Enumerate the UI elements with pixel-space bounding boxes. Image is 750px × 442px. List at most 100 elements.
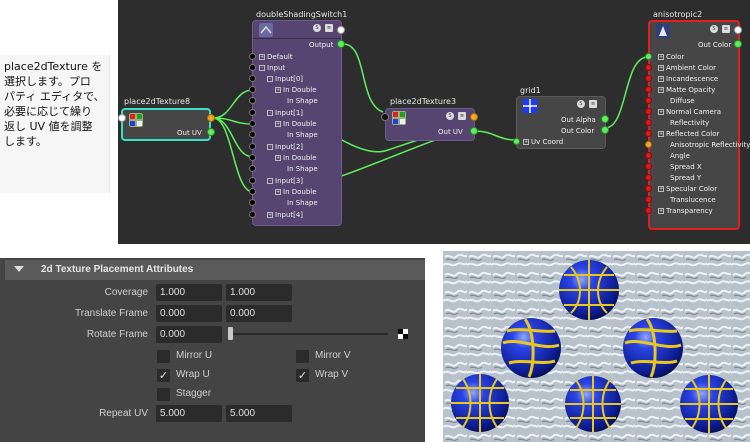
switch-row-8: - Input[2] (267, 142, 303, 152)
port-in-input2[interactable] (249, 143, 256, 150)
node-title-doubleshadingswitch1: doubleShadingSwitch1 (256, 10, 348, 19)
port-in-normal-camera[interactable] (645, 108, 652, 115)
port-input-white[interactable] (118, 114, 126, 122)
coverage-u-field[interactable]: 1.000 (156, 284, 222, 301)
switch-row-3: + In Double (275, 86, 317, 94)
port-in-color[interactable] (645, 53, 652, 60)
node-title-place2dtexture3: place2dTexture3 (390, 97, 457, 106)
node-place2dtexture3[interactable]: S ≡ Out UV (381, 108, 478, 141)
port-in-spread-y[interactable] (645, 174, 652, 181)
port-output[interactable] (337, 40, 345, 48)
rotate-frame-slider-handle[interactable] (228, 327, 233, 340)
port-output-white[interactable] (734, 26, 742, 34)
port-in-reflectivity[interactable] (645, 119, 652, 126)
place2d-icon (392, 111, 406, 125)
port-in-translucence[interactable] (645, 196, 652, 203)
rotate-frame-slider[interactable] (230, 333, 388, 335)
wrap-v-checkbox[interactable]: ✓ (296, 369, 309, 382)
mirror-v-checkbox[interactable] (296, 350, 309, 363)
node-layout-icon[interactable]: ≡ (589, 100, 597, 108)
node-doubleshadingswitch1[interactable]: S ≡ Output + Default - Input - Input[0] + In… (249, 20, 345, 226)
node-place2dtexture8[interactable]: Out UV (118, 108, 215, 141)
switch-row-9: + In Double (275, 154, 317, 162)
port-in-angle[interactable] (645, 152, 652, 159)
aniso-row-5: + Normal Camera (658, 108, 722, 116)
port-in-incandescence[interactable] (645, 75, 652, 82)
port-in-input1-shape[interactable] (249, 131, 256, 138)
port-in-ambient-color[interactable] (645, 64, 652, 71)
switch-row-0: + Default (259, 53, 293, 61)
wire-outuv-to-input1 (212, 117, 254, 125)
port-in-input0-double[interactable] (249, 86, 256, 93)
port-input-dark[interactable] (381, 113, 389, 121)
port-in-input2-double[interactable] (249, 154, 256, 161)
port-in-input0-shape[interactable] (249, 97, 256, 104)
place2d-icon (129, 113, 143, 127)
port-in-input3-double[interactable] (249, 188, 256, 195)
aniso-row-11: Spread Y (670, 174, 702, 182)
render-preview-image (443, 251, 750, 442)
port-label-uv-coord: + Uv Coord (523, 138, 564, 146)
repeat-v-field[interactable]: 5.000 (226, 405, 292, 422)
port-output-orange[interactable] (207, 114, 215, 122)
rotate-frame-field[interactable]: 0.000 (156, 326, 222, 343)
node-layout-icon[interactable]: ≡ (325, 24, 333, 32)
port-in-input3-shape[interactable] (249, 199, 256, 206)
port-in-input4[interactable] (249, 211, 256, 218)
stagger-checkbox[interactable] (157, 388, 170, 401)
aniso-row-3: + Matte Opacity (658, 86, 716, 94)
wire-outuv-to-input3 (212, 117, 254, 193)
port-out-color[interactable] (601, 126, 609, 134)
map-button-checker-icon[interactable] (398, 329, 408, 339)
port-out-uv[interactable] (470, 127, 478, 135)
wire-outuv-to-uvcoord (474, 130, 517, 141)
port-in-specular-color[interactable] (645, 185, 652, 192)
node-mode-icon[interactable]: S (313, 24, 321, 32)
node-mode-icon[interactable]: S (446, 112, 454, 120)
node-mode-icon[interactable]: S (710, 25, 718, 33)
port-output-white[interactable] (337, 26, 345, 34)
translate-frame-v-field[interactable]: 0.000 (226, 305, 292, 322)
port-in-diffuse[interactable] (645, 97, 652, 104)
mirror-u-checkbox[interactable] (157, 350, 170, 363)
port-in-spread-x[interactable] (645, 163, 652, 170)
node-mode-icon[interactable]: S (577, 100, 585, 108)
coverage-label: Coverage (104, 287, 148, 298)
port-in-reflected-color[interactable] (645, 130, 652, 137)
instruction-caption: place2dTexture を 選択します。プロ パティ エディタで、 必要に… (0, 55, 110, 193)
port-out-alpha[interactable] (601, 115, 609, 123)
coverage-v-field[interactable]: 1.000 (226, 284, 292, 301)
port-in-default[interactable] (249, 53, 256, 60)
port-out-uv[interactable] (207, 128, 215, 136)
port-in-uv-coord[interactable] (513, 138, 520, 145)
node-grid1[interactable]: S ≡ Out Alpha Out Color + Uv Coord (513, 96, 609, 149)
sphere-mid-right (623, 318, 683, 378)
node-anisotropic2[interactable]: S ≡ Out Color + Color + Ambient Color + Inc… (645, 20, 750, 230)
stagger-label: Stagger (176, 388, 212, 399)
port-label-out-uv: Out UV (177, 129, 202, 137)
section-header[interactable]: 2d Texture Placement Attributes (5, 260, 425, 280)
port-in-input[interactable] (249, 64, 256, 71)
port-in-input0[interactable] (249, 75, 256, 82)
port-in-input1-double[interactable] (249, 120, 256, 127)
port-in-input3[interactable] (249, 177, 256, 184)
aniso-row-13: Translucence (670, 196, 716, 204)
port-output-orange[interactable] (470, 113, 478, 121)
node-layout-icon[interactable]: ≡ (722, 25, 730, 33)
port-in-transparency[interactable] (645, 207, 652, 214)
port-in-matte-opacity[interactable] (645, 86, 652, 93)
port-out-color[interactable] (734, 40, 742, 48)
node-editor[interactable]: place2dTexture8 Out UV doubleShadingSwit… (118, 0, 750, 244)
port-in-input2-shape[interactable] (249, 165, 256, 172)
repeat-u-field[interactable]: 5.000 (156, 405, 222, 422)
translate-frame-u-field[interactable]: 0.000 (156, 305, 222, 322)
port-in-anisotropic-reflectivity[interactable] (645, 141, 652, 148)
wrap-u-checkbox[interactable]: ✓ (157, 369, 170, 382)
node-layout-icon[interactable]: ≡ (458, 112, 466, 120)
switch-row-14: + Input[4] (267, 211, 304, 219)
aniso-row-1: + Ambient Color (658, 64, 716, 72)
switch-row-7: In Shape (287, 131, 318, 139)
collapse-arrow-icon[interactable] (14, 266, 24, 272)
port-in-input1[interactable] (249, 109, 256, 116)
mirror-v-label: Mirror V (315, 350, 351, 361)
